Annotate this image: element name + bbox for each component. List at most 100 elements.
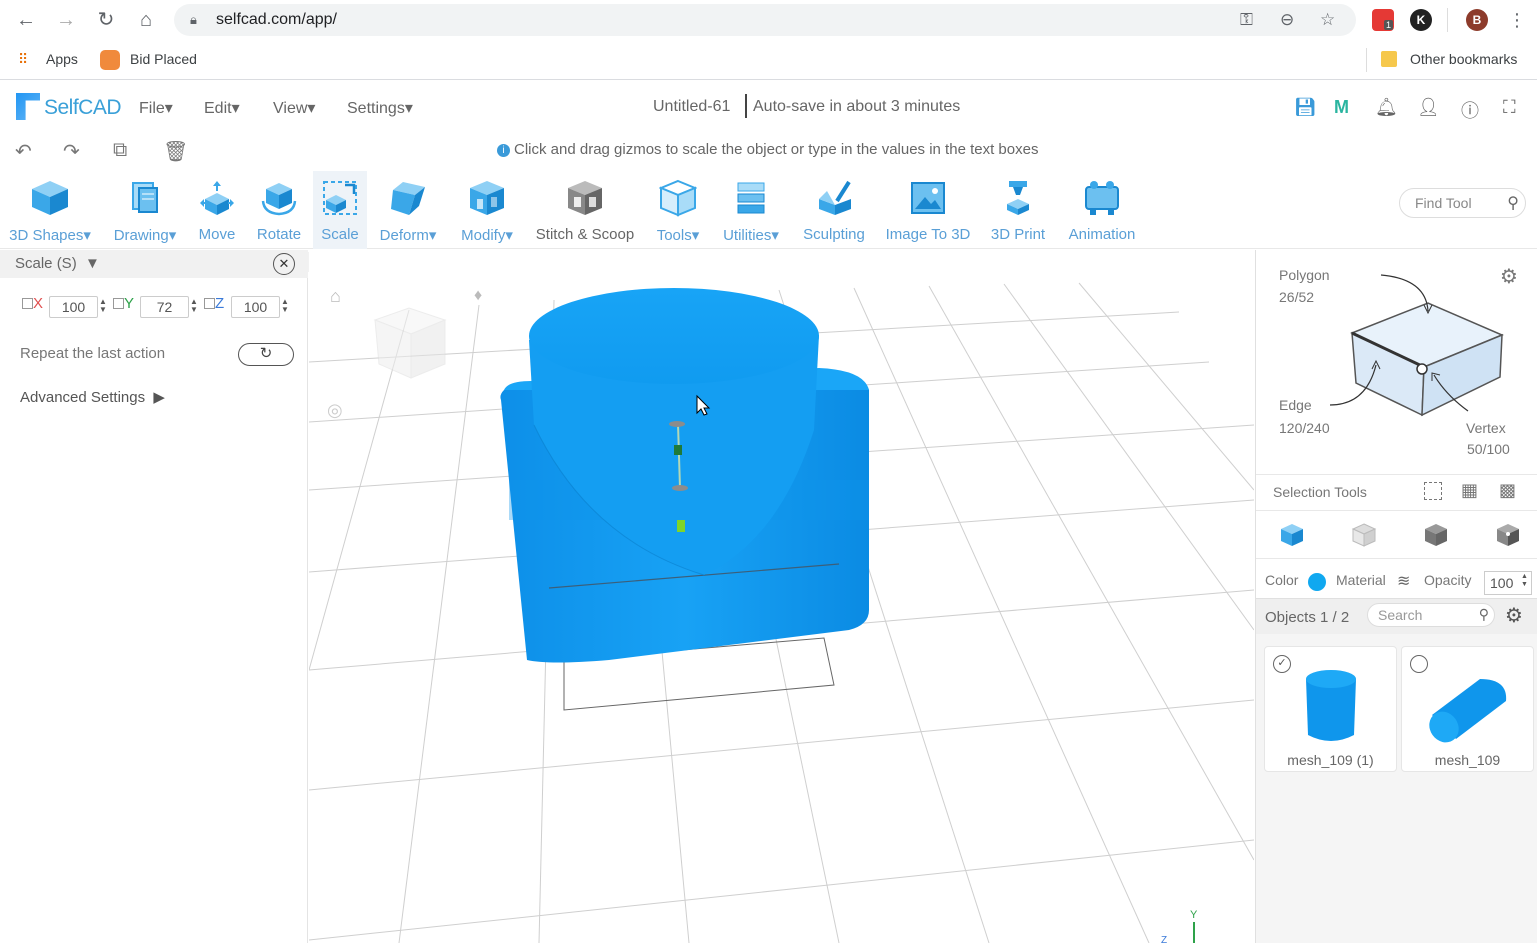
address-bar[interactable]: 🔒︎ selfcad.com/app/ ⚿ ⊖ ☆ (174, 4, 1356, 36)
extension-k-icon[interactable]: K (1410, 9, 1432, 31)
y-scale-input[interactable]: 72 (140, 296, 189, 318)
selfcad-logo[interactable]: SelfCAD (16, 93, 122, 120)
tool-utilities[interactable]: Utilities▾ (716, 171, 786, 249)
tool-sculpting[interactable]: Sculpting (798, 171, 870, 249)
tool-stitch-scoop[interactable]: Stitch & Scoop (533, 171, 637, 249)
volume-select-icon[interactable]: ▩ (1499, 480, 1516, 501)
tool-move[interactable]: Move (192, 171, 242, 249)
redo-icon[interactable]: ↷ (63, 139, 80, 164)
save-icon[interactable]: 💾︎ (1294, 97, 1317, 118)
tool-label: Image To 3D (885, 226, 971, 243)
light-icon[interactable]: ♦ (474, 287, 482, 304)
3d-viewport[interactable]: ⌂ ♦ ◎ Y Z (309, 250, 1254, 943)
menu-view[interactable]: View▾ (273, 98, 315, 118)
z-scale-input[interactable]: 100 (231, 296, 280, 318)
tool-tools[interactable]: Tools▾ (650, 171, 706, 249)
y-axis-checkbox[interactable]: Y (113, 295, 134, 312)
document-title[interactable]: Untitled-61 (653, 98, 730, 116)
trash-icon[interactable]: 🗑︎ (163, 139, 188, 164)
material-icon[interactable]: ≋ (1397, 571, 1410, 591)
forward-arrow-icon[interactable]: → (54, 8, 78, 32)
bookmarks-bar: ⠿ Apps Bid Placed Other bookmarks (0, 40, 1537, 80)
z-axis-checkbox[interactable]: Z (204, 295, 224, 312)
user-icon[interactable]: 👤︎ (1417, 97, 1440, 118)
copy-icon[interactable]: ⧉ (113, 139, 127, 162)
z-stepper[interactable]: ▲ ▼ (281, 298, 289, 314)
face-mode-cube-icon[interactable] (1351, 522, 1377, 548)
tool-scale[interactable]: Scale (313, 171, 367, 249)
tool-label: Move (198, 226, 236, 243)
lock-icon: 🔒︎ (190, 12, 197, 27)
myminifactory-icon[interactable]: M (1334, 97, 1349, 118)
find-tool-input[interactable]: Find Tool ⚲ (1399, 188, 1526, 218)
tool-deform[interactable]: Deform▾ (372, 171, 444, 249)
profile-avatar[interactable]: B (1466, 9, 1488, 31)
tool-3d-print[interactable]: 3D Print (986, 171, 1050, 249)
repeat-button[interactable]: ↻ (238, 343, 294, 366)
color-swatch[interactable] (1308, 573, 1326, 591)
tool-animation[interactable]: Animation (1062, 171, 1142, 249)
object-card-mesh-109-1[interactable]: ✓ mesh_109 (1) (1264, 646, 1397, 772)
y-stepper[interactable]: ▲ ▼ (190, 298, 198, 314)
cylinder-thumbnail (1429, 679, 1507, 743)
undo-icon[interactable]: ↶ (15, 139, 32, 164)
object-card-mesh-109[interactable]: mesh_109 (1401, 646, 1534, 772)
menu-settings-label: Settings (347, 100, 405, 117)
tool-label: Scale (321, 226, 359, 243)
hint-label: Click and drag gizmos to scale the objec… (514, 141, 1039, 158)
checkbox[interactable] (22, 298, 33, 309)
tool-label: Stitch & Scoop (535, 226, 635, 243)
opacity-stepper[interactable]: ▲ ▼ (1521, 573, 1528, 589)
home-view-icon[interactable]: ⌂ (330, 286, 341, 306)
camera-icon[interactable]: ◎ (327, 400, 343, 420)
browser-menu-icon[interactable]: ⋮ (1505, 8, 1529, 32)
search-icon: ⚲ (1507, 195, 1519, 212)
reload-icon[interactable]: ↻ (94, 8, 118, 32)
find-tool-placeholder: Find Tool (1415, 195, 1472, 211)
tool-image-to-3d[interactable]: Image To 3D (882, 171, 974, 249)
fullscreen-icon[interactable]: ⛶ (1503, 97, 1516, 118)
polygon-count: 26/52 (1279, 289, 1315, 305)
checkbox[interactable] (113, 298, 124, 309)
tool-3d-shapes[interactable]: 3D Shapes▾ (4, 171, 96, 249)
menu-file[interactable]: File▾ (139, 98, 173, 118)
view-cube[interactable] (373, 307, 447, 379)
scale-panel-title[interactable]: Scale (S) ▼ (15, 255, 100, 272)
edge-label: Edge (1279, 397, 1312, 413)
home-icon[interactable]: ⌂ (134, 8, 158, 32)
menu-settings[interactable]: Settings▾ (347, 98, 413, 118)
search-placeholder: Search (1378, 607, 1423, 623)
x-stepper[interactable]: ▲ ▼ (99, 298, 107, 314)
tool-rotate[interactable]: Rotate (252, 171, 306, 249)
bookmark-apps[interactable]: Apps (46, 51, 78, 67)
x-label: X (33, 295, 44, 312)
x-axis-checkbox[interactable]: X (22, 295, 43, 312)
tool-drawing[interactable]: Drawing▾ (106, 171, 184, 249)
divider (1447, 8, 1448, 32)
menu-edit[interactable]: Edit▾ (204, 98, 240, 118)
key-icon[interactable]: ⚿ (1240, 10, 1253, 30)
box-select-icon[interactable] (1424, 482, 1442, 500)
close-icon[interactable]: ✕ (273, 253, 295, 275)
advanced-settings-toggle[interactable]: Advanced Settings ▶ (20, 388, 165, 406)
bell-icon[interactable]: 🔔︎ (1375, 97, 1398, 118)
bookmark-other[interactable]: Other bookmarks (1410, 51, 1517, 67)
edge-mode-cube-icon[interactable] (1423, 522, 1449, 548)
quick-actions-bar: ↶ ↷ ⧉ 🗑︎ i Click and drag gizmos to scale… (0, 131, 1537, 171)
tool-modify[interactable]: Modify▾ (455, 171, 519, 249)
scene-canvas[interactable]: ⌂ ♦ ◎ Y Z (309, 250, 1254, 943)
objects-settings-gear-icon[interactable]: ⚙ (1505, 603, 1523, 628)
zoom-icon[interactable]: ⊖ (1280, 10, 1294, 30)
vertex-mode-cube-icon[interactable] (1495, 522, 1521, 548)
selected-check-icon[interactable]: ✓ (1273, 655, 1291, 673)
paint-select-icon[interactable]: ▦ (1461, 480, 1478, 501)
material-row: Color Material ≋ Opacity 100 ▲ ▼ (1256, 558, 1537, 598)
back-arrow-icon[interactable]: ← (14, 8, 38, 32)
object-mode-cube-icon[interactable] (1279, 522, 1305, 548)
info-icon[interactable]: ⓘ (1461, 97, 1479, 123)
star-icon[interactable]: ☆ (1320, 10, 1335, 30)
x-scale-input[interactable]: 100 (49, 296, 98, 318)
bookmark-bid-placed[interactable]: Bid Placed (130, 51, 197, 67)
checkbox[interactable] (204, 298, 215, 309)
object-search-input[interactable]: Search ⚲ (1367, 603, 1495, 627)
